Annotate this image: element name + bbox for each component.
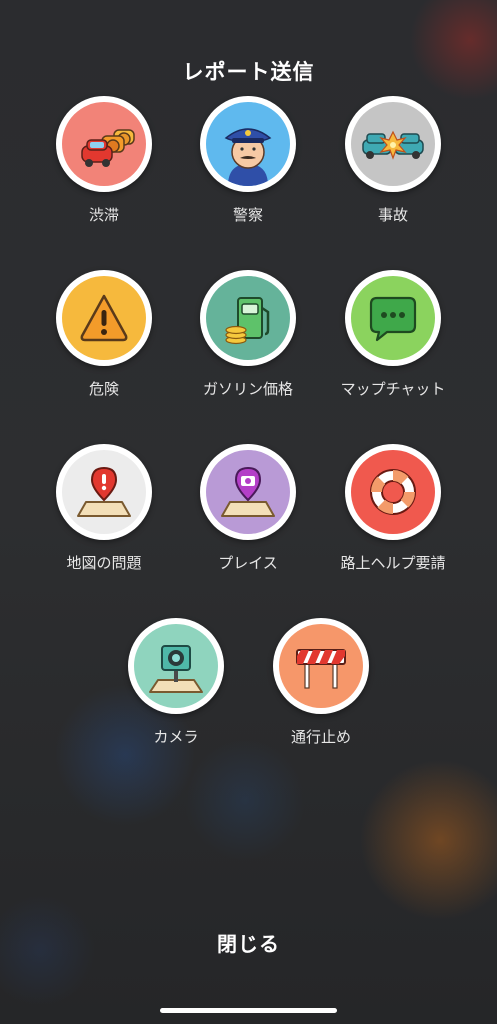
hazard-label: 危険 xyxy=(88,380,119,398)
report-road-closure-button[interactable]: 通行止め xyxy=(246,618,396,747)
report-place-button[interactable]: プレイス xyxy=(173,444,323,573)
map-issue-label: 地図の問題 xyxy=(66,554,142,572)
map-issue-circle[interactable] xyxy=(56,444,152,540)
traffic-jam-label: 渋滞 xyxy=(88,206,119,224)
accident-circle[interactable] xyxy=(345,96,441,192)
road-closure-barrier-icon xyxy=(279,624,363,708)
gas-price-circle[interactable] xyxy=(200,270,296,366)
gas-price-label: ガソリン価格 xyxy=(202,380,293,398)
report-map-issue-button[interactable]: 地図の問題 xyxy=(29,444,179,573)
place-camera-pin-icon xyxy=(206,450,290,534)
report-police-button[interactable]: 警察 xyxy=(173,96,323,225)
traffic-jam-icon xyxy=(62,102,146,186)
camera-label: カメラ xyxy=(153,728,199,746)
road-closure-label: 通行止め xyxy=(290,728,351,746)
close-button[interactable]: 閉じる xyxy=(0,928,497,957)
gas-pump-icon xyxy=(206,276,290,360)
roadside-help-label: 路上ヘルプ要請 xyxy=(340,554,446,572)
report-map-chat-button[interactable]: マップチャット xyxy=(318,270,468,399)
map-issue-icon xyxy=(62,450,146,534)
hazard-circle[interactable] xyxy=(56,270,152,366)
report-traffic-jam-button[interactable]: 渋滞 xyxy=(29,96,179,225)
report-roadside-help-button[interactable]: 路上ヘルプ要請 xyxy=(318,444,468,573)
road-closure-circle[interactable] xyxy=(273,618,369,714)
roadside-help-circle[interactable] xyxy=(345,444,441,540)
speed-camera-icon xyxy=(134,624,218,708)
life-ring-icon xyxy=(351,450,435,534)
report-accident-button[interactable]: 事故 xyxy=(318,96,468,225)
accident-label: 事故 xyxy=(377,206,408,224)
hazard-warning-icon xyxy=(62,276,146,360)
car-crash-icon xyxy=(351,102,435,186)
map-chat-label: マップチャット xyxy=(340,380,446,398)
camera-circle[interactable] xyxy=(128,618,224,714)
chat-bubble-icon xyxy=(351,276,435,360)
home-indicator[interactable] xyxy=(160,1008,337,1013)
traffic-jam-circle[interactable] xyxy=(56,96,152,192)
police-officer-icon xyxy=(206,102,290,186)
report-camera-button[interactable]: カメラ xyxy=(101,618,251,747)
page-title: レポート送信 xyxy=(182,60,315,84)
report-gas-price-button[interactable]: ガソリン価格 xyxy=(173,270,323,399)
place-circle[interactable] xyxy=(200,444,296,540)
report-hazard-button[interactable]: 危険 xyxy=(29,270,179,399)
police-circle[interactable] xyxy=(200,96,296,192)
place-label: プレイス xyxy=(218,554,278,572)
map-chat-circle[interactable] xyxy=(345,270,441,366)
police-label: 警察 xyxy=(232,206,263,224)
